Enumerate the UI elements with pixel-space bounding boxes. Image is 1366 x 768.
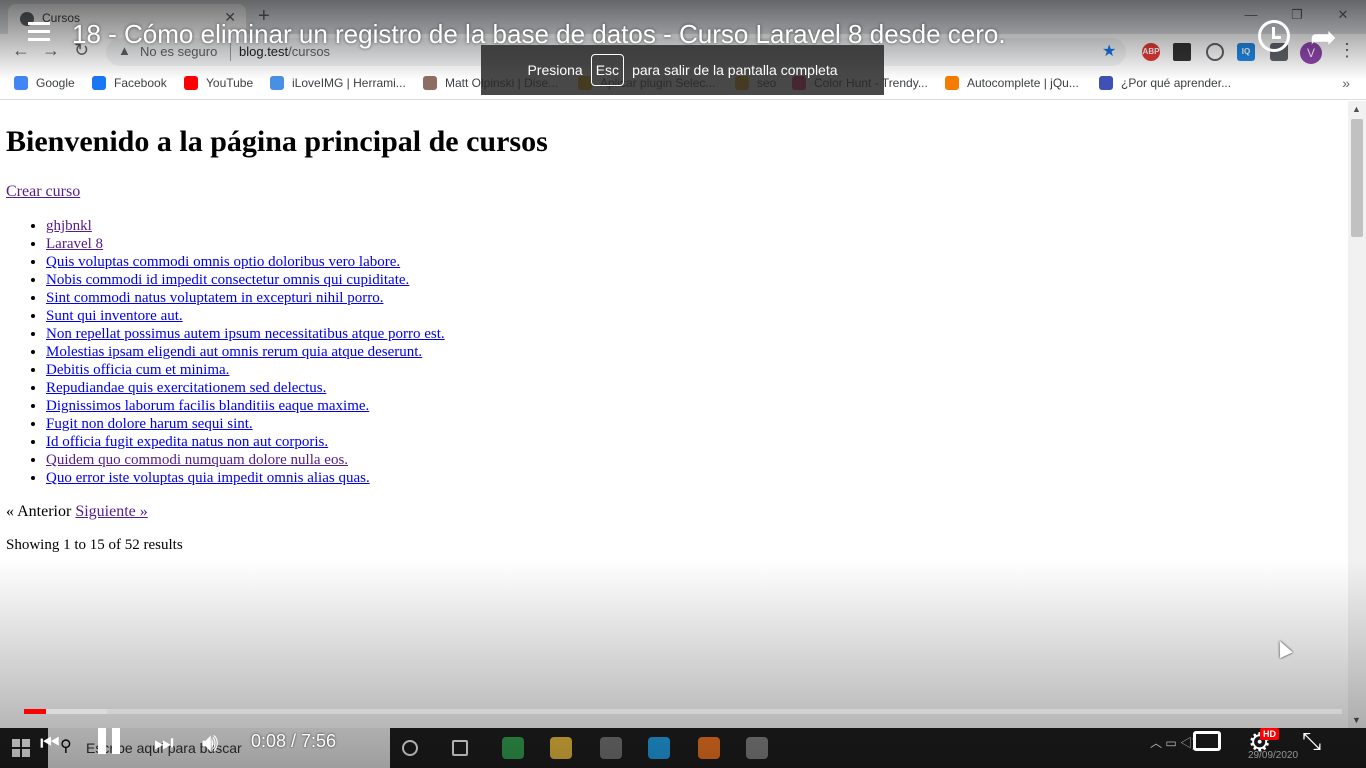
google-icon [14, 76, 28, 90]
course-list-item: ghjbnkl [46, 217, 445, 235]
scroll-thumb[interactable] [1351, 119, 1363, 237]
pause-icon[interactable] [96, 728, 122, 754]
forward-arrow-icon[interactable]: → [42, 40, 60, 61]
hd-badge: HD [1260, 728, 1279, 740]
course-link[interactable]: Dignissimos laborum facilis blanditiis e… [46, 398, 369, 414]
grid-icon [1099, 76, 1113, 90]
facebook-icon [92, 76, 106, 90]
fullscreen-exit-toast: Presiona Esc para salir de la pantalla c… [481, 45, 884, 95]
course-list-item: Quo error iste voluptas quia impedit omn… [46, 469, 445, 487]
course-link[interactable]: Sunt qui inventore aut. [46, 308, 183, 324]
xampp-icon[interactable] [698, 737, 720, 759]
course-link[interactable]: Quo error iste voluptas quia impedit omn… [46, 470, 370, 486]
more-bookmarks-icon[interactable]: » [1342, 75, 1350, 91]
system-tray-icons[interactable]: ︿ ▭ ◁) [1150, 734, 1196, 751]
bookmark-label: Google [36, 76, 75, 90]
course-link[interactable]: Quis voluptas commodi omnis optio dolori… [46, 254, 400, 270]
qr-code-icon[interactable] [1173, 43, 1191, 61]
windows-start-icon[interactable] [12, 739, 30, 757]
vscode-icon[interactable] [648, 737, 670, 759]
laravel-app-icon[interactable] [746, 737, 768, 759]
page-title: Bienvenido a la página principal de curs… [6, 125, 548, 158]
page-scrollbar[interactable]: ▲ ▼ [1348, 101, 1366, 728]
avatar-icon [423, 76, 437, 90]
chrome-icon[interactable] [502, 737, 524, 759]
playlist-menu-icon[interactable] [28, 22, 52, 42]
youtube-icon [184, 76, 198, 90]
course-list-item: Id officia fugit expedita natus non aut … [46, 433, 445, 451]
toast-text-before: Presiona [527, 62, 583, 78]
course-link[interactable]: Quidem quo commodi numquam dolore nulla … [46, 452, 348, 468]
menu-dots-icon[interactable]: ⋮ [1338, 40, 1356, 61]
results-summary: Showing 1 to 15 of 52 results [6, 537, 183, 553]
heart-icon [270, 76, 284, 90]
scroll-down-icon[interactable]: ▼ [1352, 715, 1361, 725]
subtitles-icon[interactable] [1193, 731, 1221, 751]
bookmark-label: iLoveIMG | Herrami... [292, 76, 406, 90]
course-list-item: Sunt qui inventore aut. [46, 307, 445, 325]
previous-video-icon[interactable]: ⏮ [40, 730, 60, 756]
course-list: ghjbnkl Laravel 8 Quis voluptas commodi om… [46, 217, 445, 487]
next-video-icon[interactable]: ⏭ [154, 730, 174, 756]
course-link[interactable]: Sint commodi natus voluptatem in exceptu… [46, 290, 383, 306]
create-course-link[interactable]: Crear curso [6, 183, 80, 201]
extension-circle-icon[interactable] [1206, 43, 1224, 61]
bookmark-item[interactable]: Autocomplete | jQu... [945, 76, 1079, 90]
course-link[interactable]: ghjbnkl [46, 218, 92, 234]
course-list-item: Laravel 8 [46, 235, 445, 253]
toast-text-after: para salir de la pantalla completa [632, 62, 838, 78]
search-icon: ⚲ [60, 738, 72, 755]
bookmark-label: Autocomplete | jQu... [967, 76, 1079, 90]
back-arrow-icon[interactable]: ← [12, 40, 30, 61]
pagination-prev: « Anterior [6, 503, 72, 520]
adblock-icon[interactable]: ABP [1142, 43, 1160, 61]
course-list-item: Fugit non dolore harum sequi sint. [46, 415, 445, 433]
video-time: 0:08 / 7:56 [251, 731, 337, 751]
window-controls: — ❐ ✕ [1228, 0, 1366, 34]
course-link[interactable]: Repudiandae quis exercitationem sed dele… [46, 380, 326, 396]
bookmark-item[interactable]: Google [14, 76, 75, 90]
volume-icon[interactable]: 🔊︎ [202, 727, 218, 759]
bookmark-item[interactable]: Facebook [92, 76, 167, 90]
course-link[interactable]: Laravel 8 [46, 236, 103, 252]
course-list-item: Non repellat possimus autem ipsum necess… [46, 325, 445, 343]
esc-key-badge: Esc [590, 54, 625, 86]
bookmark-item[interactable]: YouTube [184, 76, 253, 90]
course-list-item: Molestias ipsam eligendi aut omnis rerum… [46, 343, 445, 361]
bookmark-label: YouTube [206, 76, 254, 90]
course-list-item: Nobis commodi id impedit consectetur omn… [46, 271, 445, 289]
course-list-item: Quidem quo commodi numquam dolore nulla … [46, 451, 445, 469]
course-link[interactable]: Molestias ipsam eligendi aut omnis rerum… [46, 344, 422, 360]
pagination: « Anterior Siguiente » [6, 503, 148, 521]
share-arrow-icon[interactable]: ➦ [1310, 18, 1337, 56]
course-link[interactable]: Fugit non dolore harum sequi sint. [46, 416, 253, 432]
course-list-item: Sint commodi natus voluptatem in exceptu… [46, 289, 445, 307]
course-link[interactable]: Nobis commodi id impedit consectetur omn… [46, 272, 409, 288]
course-list-item: Repudiandae quis exercitationem sed dele… [46, 379, 445, 397]
video-progress-bar[interactable] [24, 709, 1342, 714]
bookmark-item[interactable]: ¿Por qué aprender... [1099, 76, 1231, 90]
course-list-item: Dignissimos laborum facilis blanditiis e… [46, 397, 445, 415]
bookmark-label: ¿Por qué aprender... [1121, 76, 1232, 90]
page-content: Bienvenido a la página principal de curs… [0, 101, 1348, 728]
scroll-up-icon[interactable]: ▲ [1352, 104, 1361, 114]
taskview-icon[interactable] [452, 740, 468, 756]
course-link[interactable]: Id officia fugit expedita natus non aut … [46, 434, 328, 450]
course-link[interactable]: Non repellat possimus autem ipsum necess… [46, 326, 445, 342]
course-link[interactable]: Debitis officia cum et minima. [46, 362, 229, 378]
bookmark-item[interactable]: iLoveIMG | Herrami... [270, 76, 406, 90]
pagination-next-link[interactable]: Siguiente » [75, 503, 147, 520]
iq-extension-icon[interactable]: IQ [1237, 43, 1255, 61]
cortana-icon[interactable] [402, 740, 418, 756]
bookmark-star-icon[interactable]: ★ [1102, 41, 1116, 61]
course-list-item: Quis voluptas commodi omnis optio dolori… [46, 253, 445, 271]
course-list-item: Debitis officia cum et minima. [46, 361, 445, 379]
bookmark-label: Facebook [114, 76, 167, 90]
exit-fullscreen-icon[interactable]: ⤡ [1302, 728, 1321, 756]
shield-icon [945, 76, 959, 90]
file-explorer-icon[interactable] [550, 737, 572, 759]
sublime-icon[interactable] [600, 737, 622, 759]
played-progress [24, 709, 46, 714]
watch-later-clock-icon[interactable] [1258, 20, 1290, 52]
